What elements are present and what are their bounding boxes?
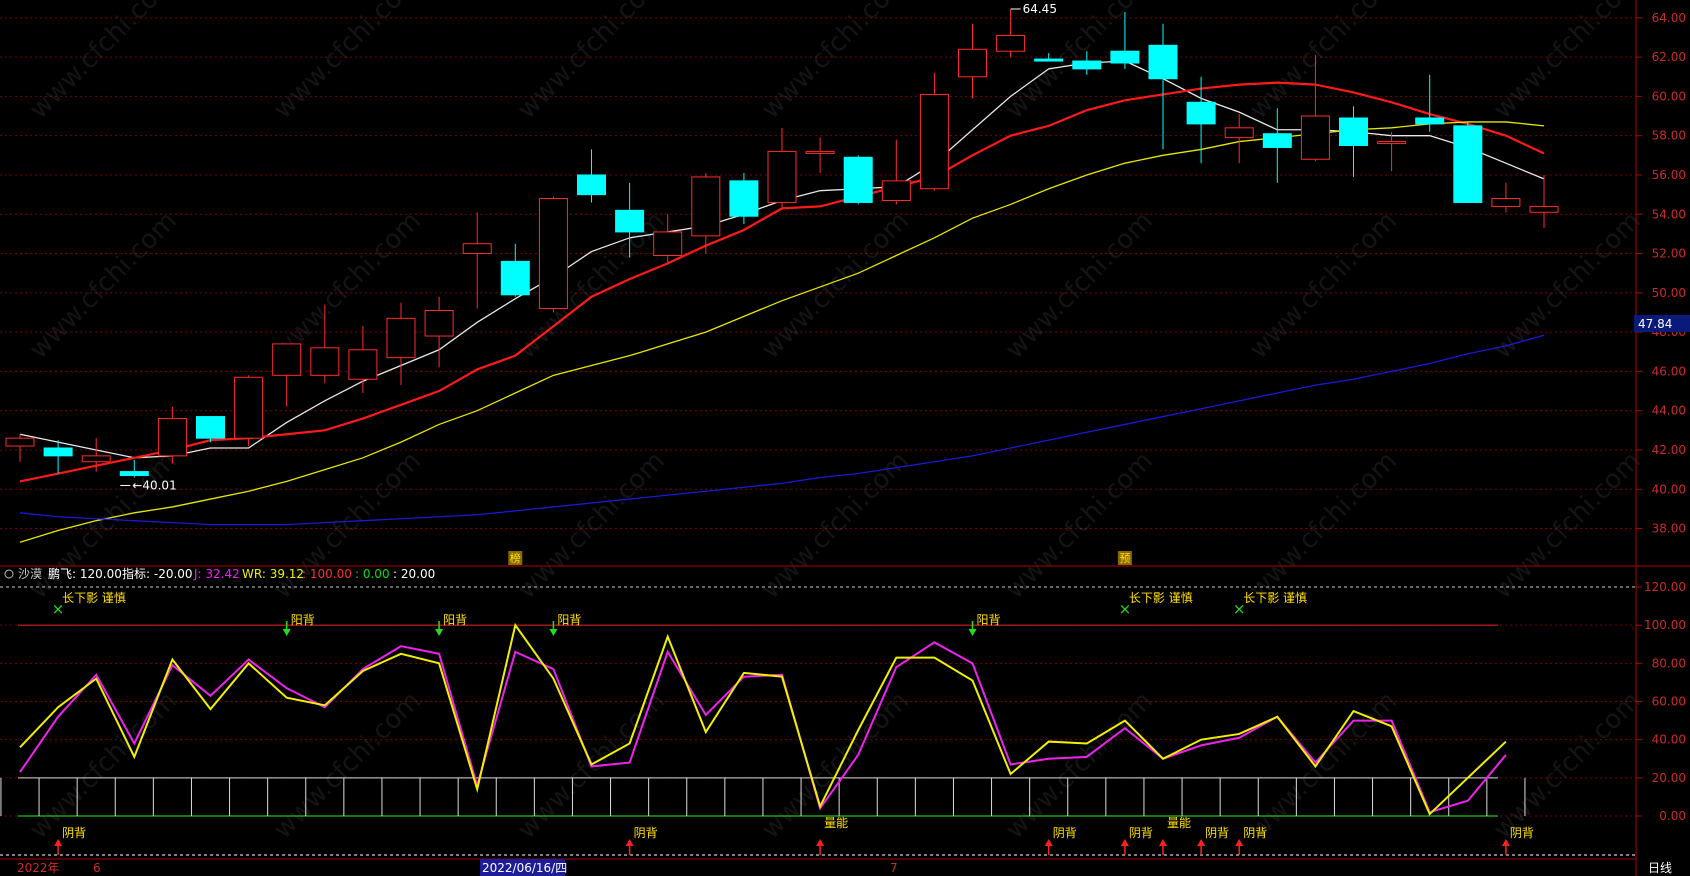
signal-up-label: 量能 bbox=[824, 816, 848, 830]
date-year: 2022年 bbox=[17, 861, 60, 875]
signal-x-label: 长下影 谨慎 bbox=[1129, 591, 1193, 605]
indicator-header-v20: : 20.00 bbox=[393, 567, 435, 581]
indicator-tick-label: 60.00 bbox=[1652, 695, 1686, 709]
candle-body bbox=[1529, 205, 1559, 213]
candle-body bbox=[1110, 50, 1140, 64]
indicator-tick-label: 80.00 bbox=[1652, 656, 1686, 670]
signal-up-label: 阴背 bbox=[1243, 826, 1267, 840]
candle-body bbox=[577, 174, 606, 196]
candle-body bbox=[119, 471, 149, 477]
candle-body bbox=[805, 150, 835, 154]
candle-body bbox=[196, 416, 225, 439]
candle-body bbox=[767, 150, 797, 203]
price-tick-label: 54.00 bbox=[1652, 207, 1686, 221]
price-tick-label: 46.00 bbox=[1652, 364, 1686, 378]
date-month-6: 6 bbox=[93, 861, 101, 875]
price-tick-label: 64.00 bbox=[1652, 11, 1686, 25]
signal-x-label: 长下影 谨慎 bbox=[1243, 591, 1307, 605]
candle-body bbox=[881, 180, 911, 202]
date-month-7: 7 bbox=[890, 861, 898, 875]
period-label[interactable]: 日线 bbox=[1648, 861, 1672, 875]
candle-body bbox=[5, 437, 35, 447]
indicator-tick-label: 120.00 bbox=[1644, 580, 1686, 594]
candle-body bbox=[1262, 133, 1292, 148]
price-tick-label: 60.00 bbox=[1652, 89, 1686, 103]
price-tick-label: 40.00 bbox=[1652, 482, 1686, 496]
candle-body bbox=[81, 455, 111, 463]
price-marker-label: 预 bbox=[1119, 552, 1130, 565]
indicator-tick-label: 40.00 bbox=[1652, 733, 1686, 747]
indicator-header-name: 沙漠 bbox=[18, 567, 42, 581]
candle-body bbox=[1491, 198, 1521, 207]
signal-down-label: 阳背 bbox=[977, 613, 1001, 627]
stock-chart: www.cfchi.com www.cfchi.com www.cfchi.com w… bbox=[0, 0, 1690, 876]
price-tick-label: 44.00 bbox=[1652, 404, 1686, 418]
candle-body bbox=[424, 310, 454, 337]
indicator-header-j: J: 32.42 bbox=[193, 567, 240, 581]
candle-body bbox=[919, 93, 949, 190]
signal-up-label: 阴背 bbox=[1205, 826, 1229, 840]
candle-body bbox=[43, 447, 73, 457]
high-label: 64.45 bbox=[1023, 2, 1057, 16]
signal-down-label: 阳背 bbox=[443, 613, 467, 627]
indicator-header-v0: : 0.00 bbox=[355, 567, 390, 581]
candle-body bbox=[1072, 60, 1102, 70]
candle-body bbox=[691, 176, 721, 237]
candle-body bbox=[348, 349, 378, 380]
candle-body bbox=[272, 343, 302, 376]
signal-x-label: 长下影 谨慎 bbox=[62, 591, 126, 605]
candle-body bbox=[538, 198, 568, 310]
signal-down-label: 阳背 bbox=[291, 613, 315, 627]
candle-body bbox=[234, 376, 264, 439]
candle-body bbox=[729, 180, 759, 217]
candle-body bbox=[500, 260, 530, 296]
indicator-header-p2: 指标: -20.00 bbox=[122, 566, 193, 581]
cursor-date: 2022/06/16/四 bbox=[482, 861, 567, 875]
signal-up-label: 阴背 bbox=[634, 826, 658, 840]
indicator-tick-label: 20.00 bbox=[1652, 771, 1686, 785]
candle-body bbox=[996, 35, 1026, 52]
candle-body bbox=[1377, 141, 1407, 145]
indicator-header-v100: : 100.00 bbox=[302, 567, 352, 581]
candle-body bbox=[1415, 117, 1445, 125]
candle-body bbox=[958, 48, 987, 78]
indicator-header-wr: WR: 39.12 bbox=[242, 567, 304, 581]
candle-body bbox=[1034, 58, 1064, 62]
candle-body bbox=[1224, 127, 1254, 139]
price-tick-label: 38.00 bbox=[1652, 522, 1686, 536]
price-tick-label: 56.00 bbox=[1652, 168, 1686, 182]
signal-up-label: 量能 bbox=[1167, 816, 1191, 830]
indicator-header-p1: 鹏飞: 120.00 bbox=[48, 567, 122, 581]
candle-body bbox=[615, 209, 645, 233]
price-tick-label: 50.00 bbox=[1652, 286, 1686, 300]
price-tick-label: 58.00 bbox=[1652, 129, 1686, 143]
candle-body bbox=[843, 156, 873, 203]
candle-body bbox=[386, 317, 416, 359]
current-price-label: 47.84 bbox=[1638, 317, 1672, 331]
indicator-tick-label: 100.00 bbox=[1644, 618, 1686, 632]
candle-body bbox=[653, 231, 683, 257]
candle-body bbox=[1300, 115, 1330, 160]
price-tick-label: 62.00 bbox=[1652, 50, 1686, 64]
price-tick-label: 52.00 bbox=[1652, 247, 1686, 261]
indicator-tick-label: 0.00 bbox=[1659, 809, 1686, 823]
candle-body bbox=[310, 347, 340, 376]
price-tick-label: 42.00 bbox=[1652, 443, 1686, 457]
candle-body bbox=[1339, 117, 1368, 146]
candle-body bbox=[1186, 101, 1216, 125]
candle-body bbox=[1453, 125, 1483, 203]
candle-body bbox=[157, 418, 187, 457]
candle-body bbox=[1148, 44, 1178, 80]
signal-up-label: 阴背 bbox=[1510, 826, 1534, 840]
signal-up-label: 阴背 bbox=[1129, 826, 1153, 840]
signal-up-label: 阴背 bbox=[62, 826, 86, 840]
low-label: ←40.01 bbox=[132, 478, 176, 492]
candle-body bbox=[462, 243, 492, 255]
signal-down-label: 阳背 bbox=[557, 613, 581, 627]
signal-up-label: 阴背 bbox=[1053, 826, 1077, 840]
price-marker-label: 榜 bbox=[510, 551, 521, 565]
